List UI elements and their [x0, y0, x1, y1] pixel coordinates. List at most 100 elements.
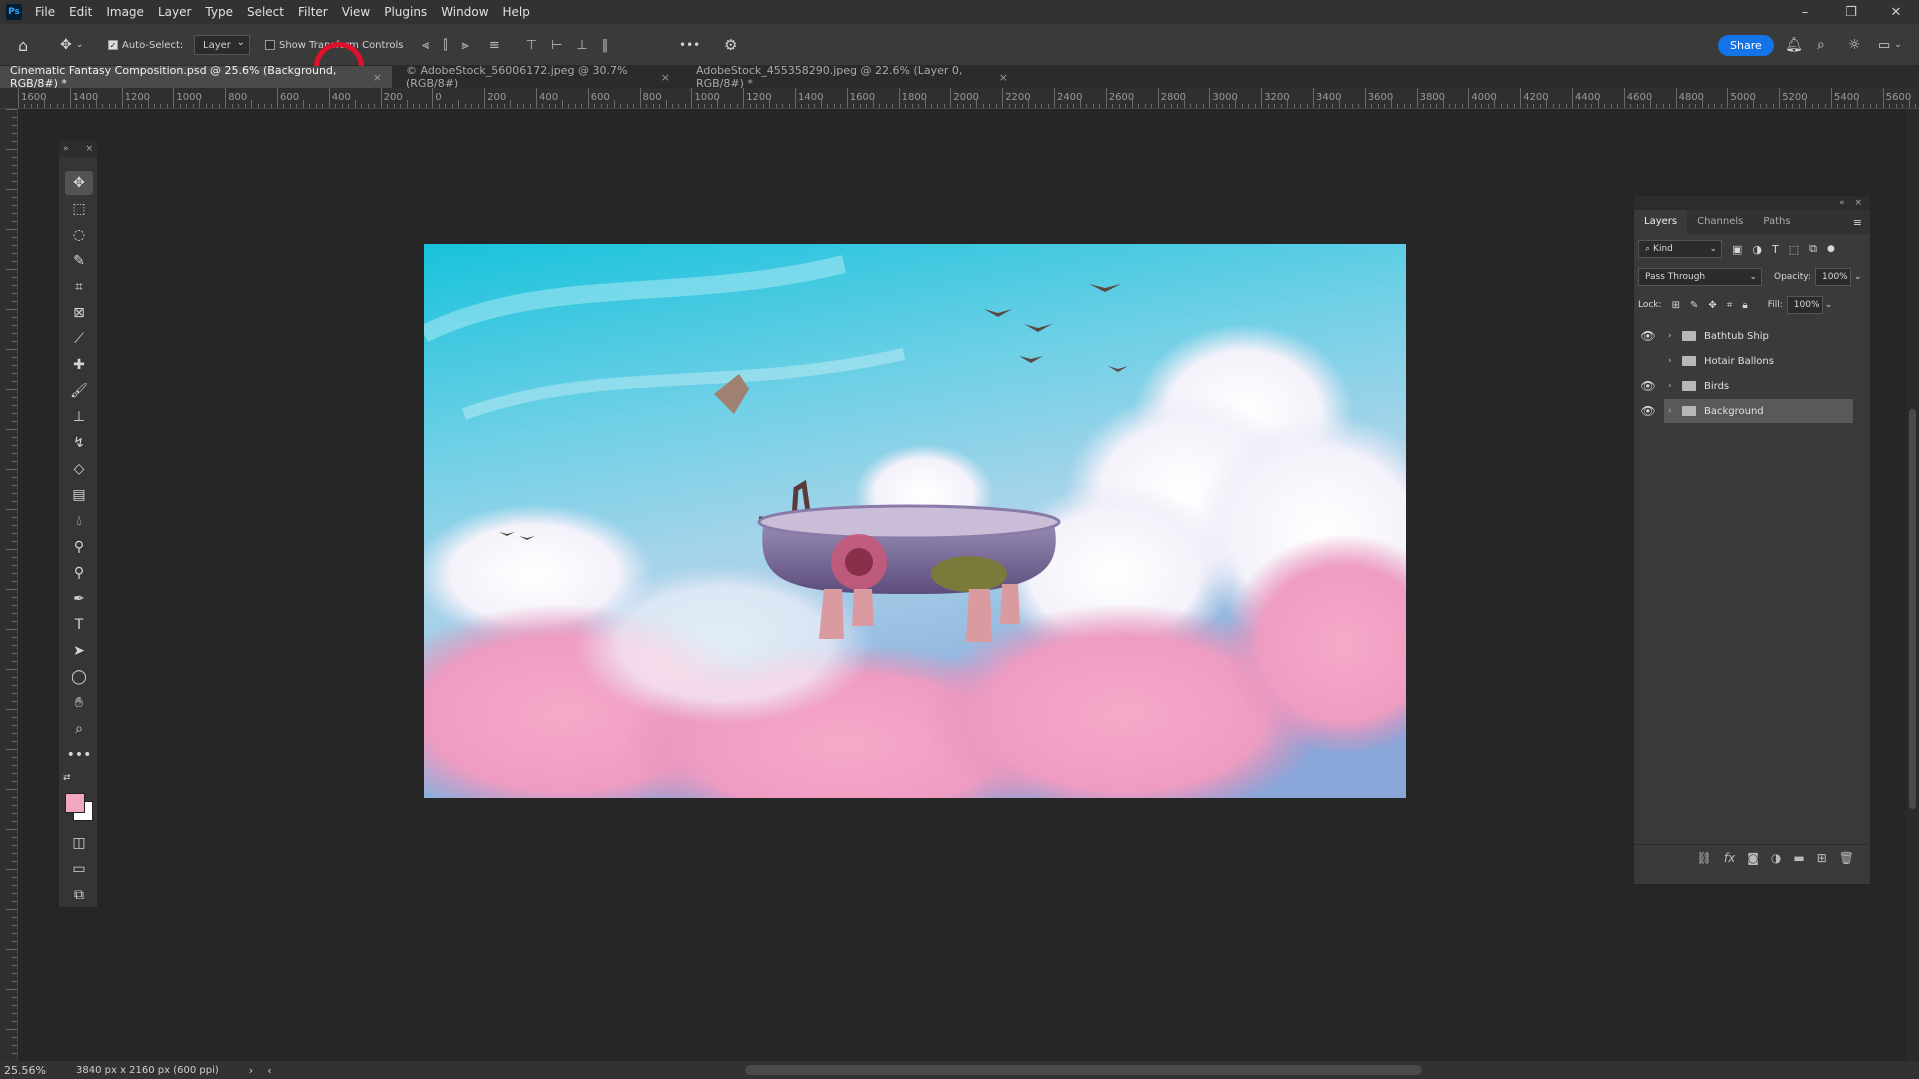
adjustment-layer-icon[interactable]: ◑: [1771, 851, 1781, 865]
distribute-horizontal-icon[interactable]: ≡: [489, 38, 500, 53]
blur-tool[interactable]: 💧︎: [65, 509, 93, 533]
filter-smart-object-icon[interactable]: ⧉: [1809, 242, 1817, 256]
hand-tool[interactable]: ✋︎: [65, 691, 93, 715]
vertical-scrollbar[interactable]: [1906, 109, 1919, 1061]
brush-tool[interactable]: 🖌︎: [65, 379, 93, 403]
collapse-icon[interactable]: «: [1839, 198, 1845, 208]
close-icon[interactable]: ×: [1854, 198, 1862, 208]
menu-plugins[interactable]: Plugins: [377, 0, 434, 24]
gear-icon[interactable]: ⚙: [724, 24, 737, 66]
expand-icon[interactable]: »: [63, 144, 69, 154]
align-left-icon[interactable]: ⫷: [422, 38, 429, 53]
opacity-input[interactable]: 100%: [1815, 268, 1851, 286]
lock-all-icon[interactable]: 🔒︎: [1742, 300, 1747, 311]
burn-tool[interactable]: ⚲: [65, 561, 93, 585]
mask-icon[interactable]: ◙: [1747, 851, 1759, 865]
close-icon[interactable]: ×: [85, 144, 93, 154]
align-top-icon[interactable]: ⊤: [526, 38, 537, 53]
filter-toggle-icon[interactable]: ●: [1827, 244, 1835, 254]
menu-view[interactable]: View: [335, 0, 377, 24]
chevron-left-icon[interactable]: ‹: [267, 1064, 271, 1077]
marquee-tool[interactable]: ⬚: [65, 197, 93, 221]
tab-cinematic-fantasy[interactable]: Cinematic Fantasy Composition.psd @ 25.6…: [0, 64, 392, 90]
filter-shape-icon[interactable]: ⬚: [1789, 243, 1799, 256]
layer-row[interactable]: › Background: [1664, 399, 1853, 423]
scroll-thumb[interactable]: [1909, 409, 1916, 809]
align-middle-icon[interactable]: ⊢: [551, 38, 562, 53]
tab-layers[interactable]: Layers: [1634, 210, 1688, 234]
menu-select[interactable]: Select: [240, 0, 291, 24]
home-icon[interactable]: ⌂: [18, 24, 28, 66]
align-right-icon[interactable]: ⫸: [462, 38, 469, 53]
gradient-tool[interactable]: ▤: [65, 483, 93, 507]
new-layer-icon[interactable]: ⊞: [1817, 851, 1827, 865]
zoom-tool[interactable]: ⌕: [65, 717, 93, 741]
layer-row[interactable]: › Bathtub Ship: [1664, 324, 1853, 348]
quick-select-tool[interactable]: ✎: [65, 249, 93, 273]
tab-paths[interactable]: Paths: [1753, 210, 1800, 234]
foreground-color-swatch[interactable]: [65, 793, 85, 813]
menu-image[interactable]: Image: [99, 0, 151, 24]
lock-artboard-icon[interactable]: ⌗: [1727, 300, 1733, 311]
close-icon[interactable]: ×: [373, 71, 382, 84]
healing-brush-tool[interactable]: ✚: [65, 353, 93, 377]
lock-position-icon[interactable]: ✥: [1708, 300, 1716, 311]
trash-icon[interactable]: 🗑︎: [1839, 851, 1854, 865]
eraser-tool[interactable]: ◇: [65, 457, 93, 481]
lock-pixels-icon[interactable]: ✎: [1690, 300, 1698, 311]
menu-edit[interactable]: Edit: [62, 0, 99, 24]
link-icon[interactable]: ⛓︎: [1697, 851, 1712, 865]
new-group-icon[interactable]: ▬: [1793, 851, 1804, 865]
filter-pixel-icon[interactable]: ▣: [1732, 243, 1742, 256]
menu-help[interactable]: Help: [496, 0, 537, 24]
chevron-down-icon[interactable]: ⌄: [1825, 300, 1833, 310]
bell-icon[interactable]: 🔔︎: [1785, 24, 1803, 66]
fx-icon[interactable]: fx: [1724, 851, 1735, 865]
move-tool-preset-icon[interactable]: ✥ ⌄: [60, 24, 83, 66]
layer-row[interactable]: › Hotair Ballons: [1664, 349, 1853, 373]
more-options-button[interactable]: •••: [679, 24, 700, 66]
filter-type-icon[interactable]: T: [1772, 243, 1779, 256]
minimize-button[interactable]: –: [1782, 0, 1828, 24]
path-selection-tool[interactable]: ➤: [65, 639, 93, 663]
close-window-button[interactable]: ✕: [1873, 0, 1919, 24]
frame-tool[interactable]: ⊠: [65, 301, 93, 325]
quick-mask-icon[interactable]: ◫: [65, 831, 93, 855]
layer-row[interactable]: › Birds: [1664, 374, 1853, 398]
chevron-right-icon[interactable]: ›: [1668, 406, 1672, 416]
align-bottom-icon[interactable]: ⊥: [576, 38, 587, 53]
tab-adobestock-455358290[interactable]: AdobeStock_455358290.jpeg @ 22.6% (Layer…: [686, 64, 1018, 90]
ellipse-tool[interactable]: ◯: [65, 665, 93, 689]
distribute-vertical-icon[interactable]: ‖: [602, 38, 609, 53]
zoom-level[interactable]: 25.56%: [4, 1064, 68, 1077]
fill-input[interactable]: 100%: [1786, 296, 1823, 314]
menu-window[interactable]: Window: [434, 0, 495, 24]
close-icon[interactable]: ×: [999, 71, 1008, 84]
lock-transparent-icon[interactable]: ⊞: [1672, 300, 1680, 311]
eye-icon[interactable]: 👁︎: [1638, 324, 1658, 348]
blend-mode-dropdown[interactable]: Pass Through ⌄: [1638, 268, 1762, 286]
crop-tool[interactable]: ⌗: [65, 275, 93, 299]
tab-channels[interactable]: Channels: [1687, 210, 1753, 234]
edit-toolbar[interactable]: •••: [65, 743, 93, 767]
chevron-right-icon[interactable]: ›: [1668, 331, 1672, 341]
eye-icon[interactable]: 👁︎: [1638, 374, 1658, 398]
chevron-down-icon[interactable]: ⌄: [1854, 272, 1862, 282]
generative-icon[interactable]: ⧉: [65, 883, 93, 907]
document-canvas[interactable]: [424, 244, 1406, 798]
filter-adjustment-icon[interactable]: ◑: [1752, 243, 1762, 256]
align-center-icon[interactable]: ⫿: [443, 38, 447, 53]
history-brush-tool[interactable]: ↯: [65, 431, 93, 455]
dodge-tool[interactable]: ⚲: [65, 535, 93, 559]
lasso-tool[interactable]: ◌: [65, 223, 93, 247]
chevron-right-icon[interactable]: ›: [1668, 381, 1672, 391]
panel-menu-icon[interactable]: ≡: [1853, 216, 1870, 229]
auto-select-target-dropdown[interactable]: Layer: [194, 35, 250, 55]
search-icon[interactable]: ⌕: [1817, 24, 1825, 66]
menu-type[interactable]: Type: [198, 0, 240, 24]
menu-filter[interactable]: Filter: [291, 0, 335, 24]
screen-mode-icon[interactable]: ▭: [65, 857, 93, 881]
pen-tool[interactable]: ✒: [65, 587, 93, 611]
restore-button[interactable]: ❐: [1828, 0, 1874, 24]
tab-adobestock-56006172[interactable]: © AdobeStock_56006172.jpeg @ 30.7% (RGB/…: [396, 64, 680, 90]
